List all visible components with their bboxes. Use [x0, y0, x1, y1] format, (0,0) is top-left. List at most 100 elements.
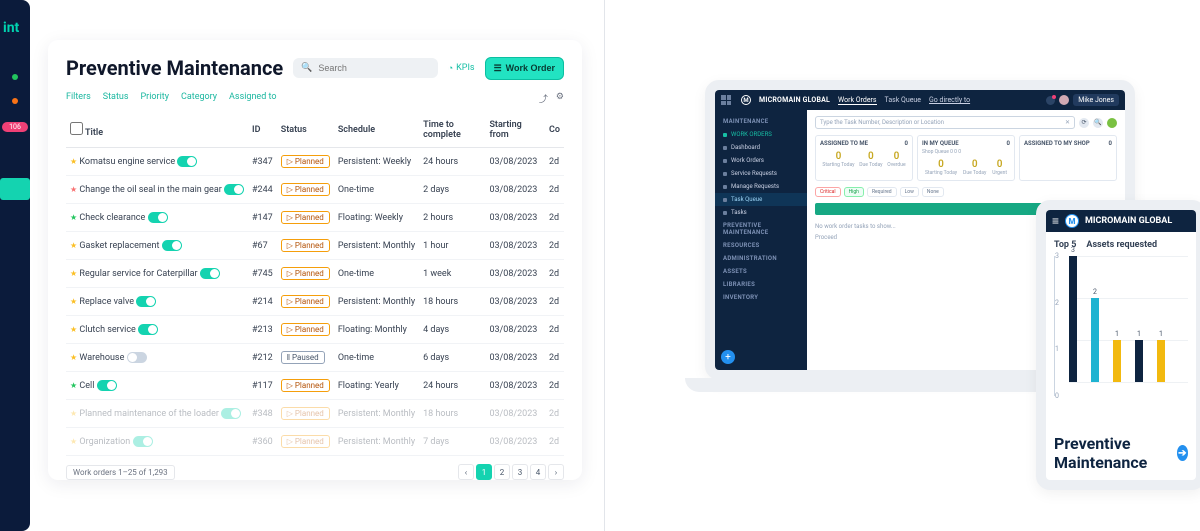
clear-icon[interactable]: ✕ — [1065, 119, 1070, 126]
side-hdr-assets[interactable]: ASSETS — [715, 265, 807, 278]
star-icon[interactable]: ★ — [70, 241, 77, 250]
export-icon[interactable]: ⤴ — [539, 92, 548, 105]
search-input-wrap[interactable]: 🔍 — [293, 58, 438, 78]
chip-critical[interactable]: Critical — [815, 187, 841, 197]
page-›[interactable]: › — [548, 464, 564, 480]
enable-toggle[interactable] — [162, 240, 182, 251]
mm-brand: MICROMAIN GLOBAL — [759, 96, 830, 104]
star-icon[interactable]: ★ — [70, 157, 77, 166]
enable-toggle[interactable] — [177, 156, 197, 167]
side-item-manage-requests[interactable]: Manage Requests — [715, 180, 807, 193]
user-name[interactable]: Mike Jones — [1073, 94, 1119, 106]
col-title[interactable]: Title — [66, 113, 248, 148]
search-input[interactable] — [318, 63, 429, 73]
side-item-task-queue[interactable]: Task Queue — [715, 193, 807, 206]
col-co[interactable]: Co — [545, 113, 564, 148]
side-hdr-inventory[interactable]: INVENTORY — [715, 291, 807, 304]
refresh-icon[interactable]: ⟳ — [1079, 118, 1089, 128]
star-icon[interactable]: ★ — [70, 213, 77, 222]
star-icon[interactable]: ★ — [70, 269, 77, 278]
table-row[interactable]: ★ Clutch service #213▷ PlannedFloating: … — [66, 316, 564, 344]
table-row[interactable]: ★ Cell #117▷ PlannedFloating: Yearly24 h… — [66, 372, 564, 400]
pm-card: Preventive Maintenance 🔍 ◔ KPIs ☰ Work O… — [48, 40, 582, 480]
arrow-right-icon[interactable]: ➔ — [1177, 445, 1188, 461]
sidebar-dot-icon[interactable] — [12, 74, 18, 80]
avatar[interactable] — [1059, 95, 1069, 105]
page-‹[interactable]: ‹ — [458, 464, 474, 480]
table-row[interactable]: ★ Planned maintenance of the loader #348… — [66, 400, 564, 428]
new-work-order-button[interactable]: ☰ Work Order — [485, 57, 564, 80]
status-pill: ▷ Planned — [281, 407, 330, 420]
tablet-pm-label[interactable]: Preventive Maintenance — [1054, 434, 1177, 472]
enable-toggle[interactable] — [221, 408, 241, 419]
star-icon[interactable]: ★ — [70, 437, 77, 446]
filter-category[interactable]: Category — [181, 92, 217, 105]
col-status[interactable]: Status — [277, 113, 334, 148]
table-row[interactable]: ★ Warehouse #212‖ PausedOne-time6 days03… — [66, 344, 564, 372]
gear-icon[interactable]: ⚙ — [556, 92, 564, 105]
enable-toggle[interactable] — [138, 324, 158, 335]
filter-priority[interactable]: Priority — [141, 92, 170, 105]
page-4[interactable]: 4 — [530, 464, 546, 480]
star-icon[interactable]: ★ — [70, 297, 77, 306]
side-hdr-resources[interactable]: RESOURCES — [715, 239, 807, 252]
enable-toggle[interactable] — [136, 296, 156, 307]
kpi-link[interactable]: ◔ KPIs — [448, 63, 475, 74]
filter-filters[interactable]: Filters — [66, 92, 91, 105]
mm-logo-icon: M — [741, 95, 751, 105]
table-row[interactable]: ★ Komatsu engine service #347▷ PlannedPe… — [66, 148, 564, 176]
star-icon[interactable]: ★ — [70, 325, 77, 334]
col-id[interactable]: ID — [248, 113, 277, 148]
chip-high[interactable]: High — [844, 187, 864, 197]
table-row[interactable]: ★ Change the oil seal in the main gear #… — [66, 176, 564, 204]
table-row[interactable]: ★ Check clearance #147▷ PlannedFloating:… — [66, 204, 564, 232]
chip-required[interactable]: Required — [867, 187, 897, 197]
filter-status[interactable]: Status — [103, 92, 129, 105]
side-hdr-administration[interactable]: ADMINISTRATION — [715, 252, 807, 265]
star-icon[interactable]: ★ — [70, 185, 77, 194]
enable-toggle[interactable] — [224, 184, 244, 195]
add-button[interactable]: + — [721, 350, 735, 364]
table-row[interactable]: ★ Gasket replacement #67▷ PlannedPersist… — [66, 232, 564, 260]
enable-toggle[interactable] — [200, 268, 220, 279]
enable-toggle[interactable] — [133, 436, 153, 447]
enable-toggle[interactable] — [97, 380, 117, 391]
side-hdr-preventive-maintenance[interactable]: PREVENTIVE MAINTENANCE — [715, 219, 807, 239]
enable-toggle[interactable] — [148, 212, 168, 223]
nav-work-orders[interactable]: Work Orders — [838, 96, 877, 105]
side-item-tasks[interactable]: Tasks — [715, 206, 807, 219]
select-all-checkbox[interactable] — [70, 122, 83, 135]
col-schedule[interactable]: Schedule — [334, 113, 419, 148]
bell-icon[interactable] — [1046, 96, 1055, 105]
search-go-icon[interactable]: 🔍 — [1093, 118, 1103, 128]
side-item-dashboard[interactable]: Dashboard — [715, 141, 807, 154]
side-hdr-work-orders[interactable]: WORK ORDERS — [715, 128, 807, 141]
goto-link[interactable]: Go directly to — [929, 96, 970, 104]
mm-search-input[interactable]: Type the Task Number, Description or Loc… — [815, 116, 1075, 129]
table-row[interactable]: ★ Regular service for Caterpillar #745▷ … — [66, 260, 564, 288]
star-icon[interactable]: ★ — [70, 353, 77, 362]
star-icon[interactable]: ★ — [70, 409, 77, 418]
side-item-work-orders[interactable]: Work Orders — [715, 154, 807, 167]
apps-grid-icon[interactable] — [721, 95, 731, 105]
side-hdr-libraries[interactable]: LIBRARIES — [715, 278, 807, 291]
star-icon[interactable]: ★ — [70, 381, 77, 390]
filter-assigned to[interactable]: Assigned to — [229, 92, 276, 105]
sidebar-dot-icon[interactable] — [12, 98, 18, 104]
nav-task-queue[interactable]: Task Queue — [885, 96, 921, 104]
sidebar-active-tab[interactable] — [0, 178, 30, 200]
chip-low[interactable]: Low — [900, 187, 919, 197]
col-time-to-complete[interactable]: Time to complete — [419, 113, 485, 148]
col-starting-from[interactable]: Starting from — [485, 113, 545, 148]
page-2[interactable]: 2 — [494, 464, 510, 480]
search-icon: 🔍 — [301, 63, 312, 73]
page-1[interactable]: 1 — [476, 464, 492, 480]
table-row[interactable]: ★ Organization #360▷ PlannedPersistent: … — [66, 428, 564, 456]
page-3[interactable]: 3 — [512, 464, 528, 480]
chip-none[interactable]: None — [922, 187, 944, 197]
hamburger-icon[interactable]: ≡ — [1052, 214, 1059, 228]
side-item-service-requests[interactable]: Service Requests — [715, 167, 807, 180]
table-row[interactable]: ★ Replace valve #214▷ PlannedPersistent:… — [66, 288, 564, 316]
status-pill: ▷ Planned — [281, 183, 330, 196]
enable-toggle[interactable] — [127, 352, 147, 363]
